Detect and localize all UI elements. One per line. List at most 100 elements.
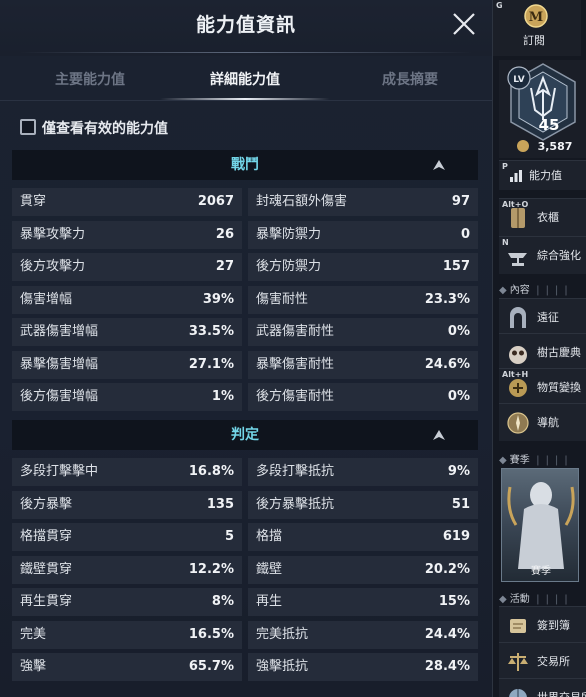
section-header-0[interactable]: 戰鬥 [12,150,478,180]
stat-row[interactable]: 暴擊防禦力 0 [248,221,478,249]
stat-row[interactable]: 完美抵抗 24.4% [248,621,478,649]
stat-label: 格擋 [256,529,283,544]
stat-row[interactable]: 鐵壁 20.2% [248,556,478,584]
diamond-icon: ◆ [499,285,507,296]
stat-row[interactable]: 後方暴擊抵抗 51 [248,491,478,519]
stat-value: 97 [451,194,470,209]
stat-label: 後方暴擊抵抗 [256,497,335,512]
diamond-icon: ◆ [499,455,507,466]
sidebar-item-label: 交易所 [537,655,570,668]
stat-label: 完美 [20,627,47,642]
stat-label: 再生 [256,594,283,609]
stat-row[interactable]: 暴擊傷害耐性 24.6% [248,351,478,379]
stat-label: 武器傷害增幅 [20,324,99,339]
stat-row[interactable]: 後方防禦力 157 [248,253,478,281]
stat-label: 多段打擊抵抗 [256,464,335,479]
sidebar-item-anvil[interactable]: N 綜合強化 [499,236,586,274]
stat-value: 24.6% [424,357,470,372]
season-label: 賽季 [531,566,551,577]
stat-row[interactable]: 多段打擊抵抗 9% [248,458,478,486]
sidebar-item-scale[interactable]: 交易所 [499,642,586,680]
effective-stats-checkbox[interactable] [20,119,36,135]
header-divider [20,52,472,53]
sidebar-item-gate[interactable]: 遠征 [499,298,586,336]
stat-row[interactable]: 強擊 65.7% [12,653,242,681]
stat-row[interactable]: 格擋 619 [248,523,478,551]
subscription-button[interactable]: G M 訂閱 [493,0,581,56]
tabs-divider [0,100,492,101]
tab-bar: 主要能力值 詳細能力值 成長摘要 [0,60,492,100]
sidebar-item-stats[interactable]: P 能力值 [499,160,586,190]
stat-value: 8% [211,594,234,609]
stat-row[interactable]: 多段打擊擊中 16.8% [12,458,242,486]
transmute-icon [509,379,527,397]
season-card[interactable]: 賽季 [501,468,579,582]
effective-stats-label: 僅查看有效的能力值 [42,121,168,137]
sidebar-item-label: 世界交易所 [537,679,586,697]
stat-row[interactable]: 再生 15% [248,588,478,616]
gate-icon [510,307,526,328]
character-level-emblem[interactable]: LV 45 3,587 [499,60,586,158]
hotkey-hint: G [496,1,503,10]
stat-row[interactable]: 武器傷害耐性 0% [248,318,478,346]
stat-value: 9% [447,464,470,479]
subscription-label: 訂閱 [523,34,545,47]
section-title: 戰鬥 [231,157,259,173]
stat-value: 16.8% [188,464,234,479]
sidebar-item-globe[interactable]: 世界交易所 [499,678,586,697]
anvil-icon [508,253,527,266]
wardrobe-icon [511,208,525,228]
stat-label: 暴擊傷害增幅 [20,357,99,372]
stat-value: 0 [460,227,470,242]
stat-value: 23.3% [424,292,470,307]
stat-row[interactable]: 完美 16.5% [12,621,242,649]
stat-row[interactable]: 武器傷害增幅 33.5% [12,318,242,346]
stat-label: 強擊 [20,659,47,674]
sidebar-item-transmute[interactable]: Alt+H 物質變換 [499,368,586,406]
stat-row[interactable]: 鐵壁貫穿 12.2% [12,556,242,584]
stats-panel: 能力值資訊 主要能力值 詳細能力值 成長摘要 僅查看有效的能力值 戰鬥貫穿 206… [0,0,492,697]
stat-value: 27 [215,259,234,274]
stat-row[interactable]: 後方傷害增幅 1% [12,383,242,411]
stat-row[interactable]: 暴擊攻擊力 26 [12,221,242,249]
stat-row[interactable]: 再生貫穿 8% [12,588,242,616]
close-button[interactable] [448,8,480,40]
stat-row[interactable]: 格擋貫穿 5 [12,523,242,551]
stat-row[interactable]: 貫穿 2067 [12,188,242,216]
stat-value: 619 [442,529,470,544]
tab-detailed-stats[interactable]: 詳細能力值 [165,60,325,100]
stat-row[interactable]: 傷害增幅 39% [12,286,242,314]
stat-row[interactable]: 後方攻擊力 27 [12,253,242,281]
panel-title: 能力值資訊 [195,14,296,36]
sidebar-item-compass[interactable]: 導航 [499,403,586,441]
ornament-icon: ❘❘❘❘ [533,285,572,296]
character-level: 45 [539,116,560,134]
hotkey-hint: P [502,162,508,171]
stat-row[interactable]: 暴擊傷害增幅 27.1% [12,351,242,379]
tab-growth-summary[interactable]: 成長摘要 [330,60,490,100]
compass-icon [507,412,529,434]
sidebar-item-owl[interactable]: 樹古慶典 [499,333,586,371]
section-title: 判定 [231,427,259,443]
stat-label: 完美抵抗 [256,627,309,642]
stat-value: 24.4% [424,627,470,642]
collapse-arrow-icon [433,160,445,170]
stat-label: 後方暴擊 [20,497,73,512]
stat-row[interactable]: 傷害耐性 23.3% [248,286,478,314]
close-icon [453,13,475,35]
stat-label: 多段打擊擊中 [20,464,99,479]
stat-row[interactable]: 封魂石額外傷害 97 [248,188,478,216]
stat-value: 16.5% [188,627,234,642]
stat-row[interactable]: 後方暴擊 135 [12,491,242,519]
ornament-icon: ❘❘❘❘ [533,594,572,605]
stat-label: 鐵壁 [256,562,283,577]
sidebar-item-scroll[interactable]: 簽到簿 [499,606,586,644]
stat-row[interactable]: 後方傷害耐性 0% [248,383,478,411]
sidebar-item-wardrobe[interactable]: Alt+O 衣櫃 [499,198,586,236]
sidebar-section-activity: ◆ 活動 ❘❘❘❘ [499,590,586,606]
tab-main-stats[interactable]: 主要能力值 [10,60,170,100]
stat-value: 157 [442,259,470,274]
sidebar-item-label: 樹古慶典 [537,346,581,359]
section-header-1[interactable]: 判定 [12,420,478,450]
stat-row[interactable]: 強擊抵抗 28.4% [248,653,478,681]
